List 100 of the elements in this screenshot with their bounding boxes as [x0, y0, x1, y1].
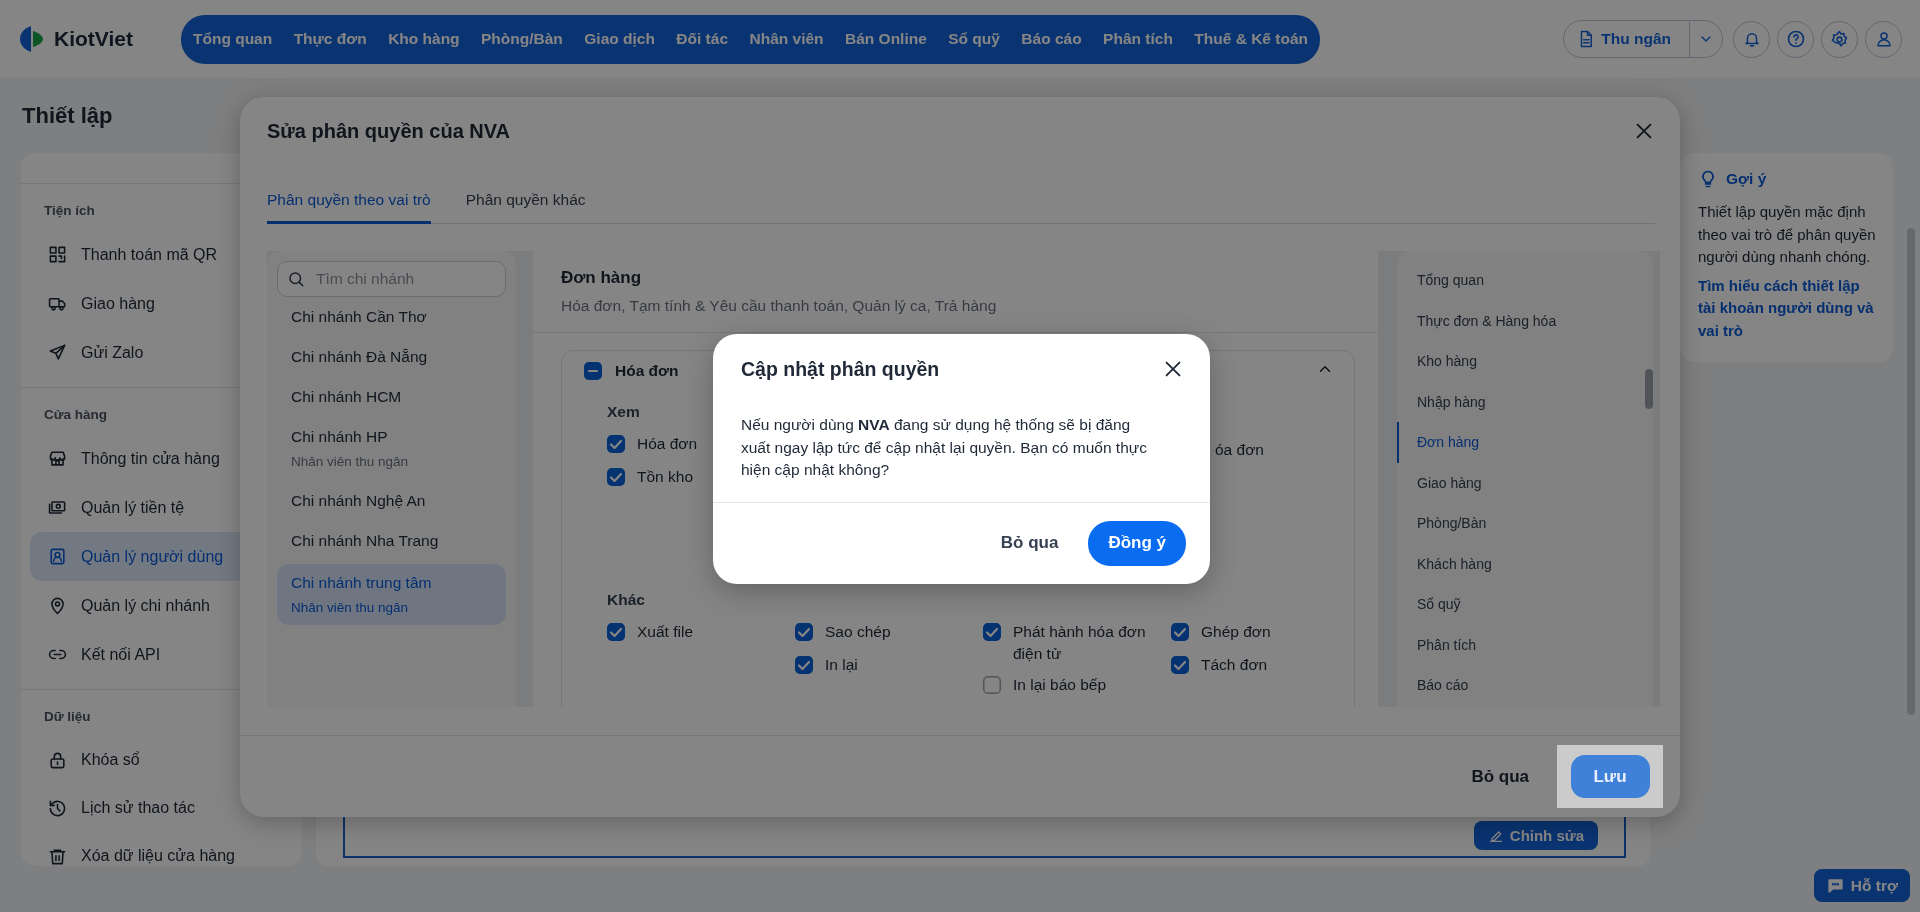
- nav-link[interactable]: Thực đơn: [293, 30, 367, 48]
- checkbox[interactable]: [795, 623, 813, 641]
- edit-button[interactable]: Chỉnh sửa: [1473, 821, 1598, 850]
- nav-link[interactable]: Kho hàng: [388, 30, 460, 48]
- user-icon: [1874, 30, 1893, 48]
- nav-link[interactable]: Thuế & Kế toán: [1194, 30, 1308, 48]
- sidebar-item[interactable]: Kết nối API: [30, 630, 302, 679]
- section-heading: Tiện ích: [43, 202, 95, 220]
- tab[interactable]: Phân quyền khác: [465, 187, 586, 224]
- nav-item[interactable]: Giao hàng: [1397, 462, 1641, 503]
- nav-link[interactable]: Đối tác: [676, 30, 729, 48]
- nav-link[interactable]: Sổ quỹ: [948, 30, 1000, 48]
- nav-item[interactable]: Phòng/Bàn: [1397, 503, 1641, 544]
- page-title: Thiết lập: [22, 102, 113, 129]
- scrollbar-thumb[interactable]: [1645, 369, 1653, 409]
- section-heading: Dữ liệu: [43, 708, 91, 726]
- hint-text: Thiết lập quyền mặc định theo vai trò để phân quyền người dùng nhanh chóng.: [1698, 202, 1877, 267]
- nav-link[interactable]: Phân tích: [1103, 30, 1173, 48]
- checkbox-label: Tồn kho: [637, 467, 693, 487]
- logo-icon: [18, 24, 46, 54]
- settings-icon: [1830, 29, 1849, 49]
- checkbox[interactable]: [795, 656, 813, 674]
- banknote-icon: [48, 498, 67, 517]
- help-icon: [1785, 29, 1806, 49]
- nav-item[interactable]: Báo cáo: [1397, 665, 1641, 706]
- save-button[interactable]: Lưu: [1570, 755, 1650, 798]
- account-button[interactable]: [1865, 20, 1902, 58]
- search-field[interactable]: Tìm chi nhánh: [277, 261, 506, 297]
- checkbox[interactable]: [983, 623, 1001, 641]
- section-heading: Cửa hàng: [43, 406, 108, 424]
- section-title: Đơn hàng: [561, 267, 643, 289]
- checkbox-label: óa đơn: [1215, 441, 1264, 458]
- subgroup-title: Khác: [607, 590, 646, 610]
- checkbox-label: Ghép đơn: [1201, 622, 1271, 642]
- nav-item[interactable]: Thực đơn & Hàng hóa: [1397, 300, 1641, 341]
- location-pin-icon: [48, 596, 67, 615]
- nav-link[interactable]: Bán Online: [845, 30, 927, 48]
- checkbox[interactable]: [584, 362, 602, 380]
- branch-item[interactable]: Chi nhánh HP Nhân viên thu ngân: [277, 417, 506, 481]
- checkbox[interactable]: [607, 435, 625, 453]
- cancel-button[interactable]: Bỏ qua: [1465, 765, 1535, 788]
- help-link[interactable]: Tìm hiểu cách thiết lập tài khoản người dùng và vai trò: [1698, 274, 1877, 342]
- logo-text: KiotViet: [54, 27, 133, 51]
- checkbox-label: In lại báo bếp: [1013, 675, 1107, 695]
- dialog-title: Cập nhật phân quyền: [741, 357, 940, 381]
- store-icon: [48, 449, 67, 468]
- nav-link[interactable]: Tổng quan: [193, 30, 273, 48]
- group-title: Hóa đơn: [615, 362, 679, 380]
- nav-item[interactable]: Nhập hàng: [1397, 381, 1641, 422]
- branch-item[interactable]: Chi nhánh HCM: [277, 377, 506, 417]
- qr-code-icon: [48, 245, 67, 264]
- paper-plane-icon: [48, 343, 67, 362]
- branch-item[interactable]: Chi nhánh Nghệ An: [277, 481, 506, 521]
- checkbox[interactable]: [1171, 656, 1189, 674]
- checkbox[interactable]: [607, 468, 625, 486]
- sidebar-item[interactable]: Lịch sử thao tác: [30, 784, 302, 832]
- subgroup-title: Xem: [607, 402, 641, 422]
- sidebar-item[interactable]: Khóa sổ: [30, 736, 302, 784]
- branch-item[interactable]: Chi nhánh Cần Thơ: [277, 297, 506, 337]
- support-button[interactable]: Hỗ trợ: [1813, 869, 1910, 902]
- section-subtitle: Hóa đơn, Tạm tính & Yêu cầu thanh toán, Quản lý ca, Trả hàng: [561, 296, 998, 316]
- search-icon: [287, 270, 305, 288]
- checkbox-label: Phát hành hóa đơn điện tử: [1013, 622, 1147, 664]
- settings-button[interactable]: [1821, 20, 1858, 58]
- bell-icon: [1742, 30, 1761, 48]
- notifications-button[interactable]: [1733, 20, 1770, 58]
- chat-icon: [1825, 876, 1845, 895]
- nav-item[interactable]: Khách hàng: [1397, 543, 1641, 584]
- user-card-icon: [48, 547, 67, 566]
- tab[interactable]: Phân quyền theo vai trò: [267, 187, 431, 224]
- trash-icon: [48, 846, 67, 866]
- nav-item[interactable]: Kho hàng: [1397, 341, 1641, 382]
- cancel-button[interactable]: Bỏ qua: [994, 532, 1065, 554]
- dialog-title: Sửa phân quyền của NVA: [267, 119, 511, 143]
- nav-item[interactable]: Phân tích: [1397, 624, 1641, 665]
- nav-item[interactable]: Đơn hàng: [1397, 422, 1641, 463]
- checkbox-label: Hóa đơn: [637, 434, 698, 454]
- checkbox-label: Tách đơn: [1201, 655, 1268, 675]
- nav-item[interactable]: Tổng quan: [1397, 260, 1641, 301]
- nav-link[interactable]: Nhân viên: [749, 30, 824, 48]
- sidebar-item[interactable]: Xóa dữ liệu cửa hàng: [30, 832, 302, 866]
- checkbox-label: Xuất file: [637, 622, 693, 642]
- nav-link[interactable]: Báo cáo: [1021, 30, 1082, 48]
- nav-item[interactable]: Sổ quỹ: [1397, 584, 1641, 625]
- checkbox[interactable]: [607, 623, 625, 641]
- checkbox[interactable]: [983, 676, 1001, 694]
- branch-item[interactable]: Chi nhánh trung tâm Nhân viên thu ngân: [277, 564, 506, 625]
- nav-link[interactable]: Giao dịch: [584, 30, 655, 48]
- role-dropdown[interactable]: Thu ngân: [1563, 20, 1723, 58]
- dialog-message: Nếu người dùng NVA đang sử dụng hệ thống sẽ bị đăng xuất ngay lập tức để cập nhật lại quyền. Bạn có muốn thực hiện cập nhật không?: [713, 382, 1210, 503]
- checkbox[interactable]: [1171, 623, 1189, 641]
- help-button[interactable]: [1777, 20, 1814, 58]
- nav-link[interactable]: Phòng/Bàn: [481, 30, 563, 48]
- confirm-button[interactable]: Đồng ý: [1088, 520, 1186, 566]
- lock-icon: [48, 750, 67, 770]
- checkbox-label: In lại: [825, 655, 858, 675]
- history-icon: [48, 798, 67, 818]
- hint-title: Gợi ý: [1726, 170, 1767, 188]
- branch-item[interactable]: Chi nhánh Đà Nẵng: [277, 337, 506, 377]
- scrollbar-thumb[interactable]: [1907, 228, 1915, 715]
